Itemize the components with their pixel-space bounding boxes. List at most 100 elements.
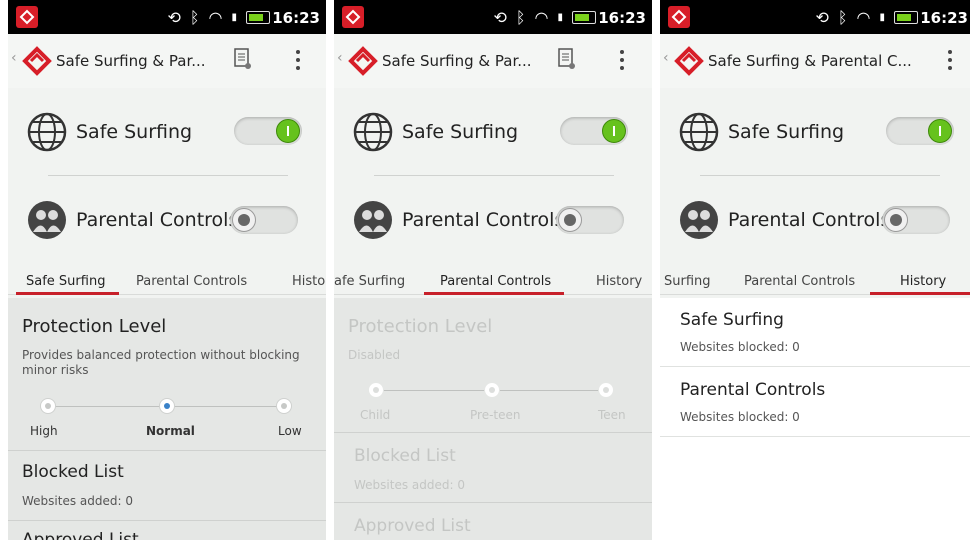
safe-surfing-label: Safe Surfing bbox=[76, 121, 193, 143]
row-divider bbox=[8, 450, 326, 451]
blocked-list-title[interactable]: Blocked List bbox=[22, 462, 124, 482]
level-teen-label: Teen bbox=[598, 408, 626, 422]
level-high-option[interactable] bbox=[40, 398, 56, 414]
level-normal-label: Normal bbox=[146, 424, 195, 438]
history-tab-content: Safe Surfing Websites blocked: 0 Parenta… bbox=[660, 298, 970, 540]
notes-icon[interactable] bbox=[234, 48, 252, 70]
tab-parental-controls[interactable]: Parental Controls bbox=[136, 274, 247, 289]
parental-controls-toggle[interactable] bbox=[230, 206, 298, 234]
bluetooth-icon: ᛒ bbox=[837, 8, 848, 27]
phone-screen-parental-controls: ⟲ ᛒ ◠ ▮ 16:23 ‹ Safe Surfing & Par... Sa… bbox=[334, 0, 652, 540]
divider bbox=[48, 175, 288, 176]
more-vert-icon[interactable] bbox=[946, 48, 954, 74]
app-logo-icon[interactable] bbox=[674, 46, 704, 76]
parental-controls-row: Parental Controls bbox=[352, 200, 564, 240]
action-bar: ‹ Safe Surfing & Par... bbox=[334, 34, 652, 88]
status-bar: ⟲ ᛒ ◠ ▮ 16:23 bbox=[8, 0, 326, 34]
sync-icon: ⟲ bbox=[815, 8, 829, 27]
status-bar: ⟲ ᛒ ◠ ▮ 16:23 bbox=[334, 0, 652, 34]
toggle-knob bbox=[276, 119, 300, 143]
more-vert-icon[interactable] bbox=[618, 48, 626, 74]
notification-app-icon bbox=[342, 6, 364, 28]
tab-safe-surfing[interactable]: Safe Surfing bbox=[26, 274, 105, 289]
family-icon bbox=[354, 201, 392, 239]
phone-screen-history: ⟲ ᛒ ◠ ▮ 16:23 ‹ Safe Surfing & Parental … bbox=[660, 0, 970, 540]
toggle-knob bbox=[602, 119, 626, 143]
safe-surfing-row: Safe Surfing bbox=[678, 112, 844, 152]
tab-parental-controls[interactable]: Parental Controls bbox=[440, 274, 551, 289]
globe-icon bbox=[27, 112, 67, 152]
parental-controls-label: Parental Controls bbox=[728, 209, 891, 231]
tab-safe-surfing[interactable]: Surfing bbox=[664, 274, 711, 289]
history-item-count: Websites blocked: 0 bbox=[680, 340, 800, 354]
row-divider bbox=[8, 520, 326, 521]
level-preteen-option bbox=[484, 382, 500, 398]
toggle-knob bbox=[232, 208, 256, 232]
level-low-option[interactable] bbox=[276, 398, 292, 414]
notes-icon[interactable] bbox=[558, 48, 576, 70]
row-divider bbox=[334, 502, 652, 503]
family-icon bbox=[28, 201, 66, 239]
approved-list-title: Approved List bbox=[354, 516, 471, 536]
level-normal-option[interactable] bbox=[159, 398, 175, 414]
protection-level-title: Protection Level bbox=[22, 316, 167, 337]
row-divider bbox=[660, 366, 970, 367]
active-tab-indicator bbox=[424, 292, 564, 295]
back-chevron-icon[interactable]: ‹ bbox=[663, 50, 669, 66]
family-icon bbox=[680, 201, 718, 239]
safe-surfing-row: Safe Surfing bbox=[352, 112, 518, 152]
history-item-title[interactable]: Safe Surfing bbox=[680, 310, 784, 330]
safe-surfing-row: Safe Surfing bbox=[26, 112, 192, 152]
level-teen-option bbox=[598, 382, 614, 398]
screenshot-collage: ⟲ ᛒ ◠ ▮ 16:23 ‹ Safe Surfing & Par... Sa… bbox=[0, 0, 970, 540]
app-title: Safe Surfing & Par... bbox=[56, 52, 206, 70]
active-tab-indicator bbox=[16, 292, 119, 295]
blocked-list-title: Blocked List bbox=[354, 446, 456, 466]
bluetooth-icon: ᛒ bbox=[515, 8, 526, 27]
status-icons: ⟲ ᛒ ◠ ▮ bbox=[167, 8, 270, 27]
blocked-list-count: Websites added: 0 bbox=[354, 478, 465, 492]
tab-history[interactable]: Histo bbox=[292, 274, 325, 289]
safe-surfing-toggle[interactable] bbox=[886, 117, 954, 145]
parental-controls-toggle[interactable] bbox=[556, 206, 624, 234]
toggle-knob bbox=[884, 208, 908, 232]
approved-list-title[interactable]: Approved List bbox=[22, 530, 139, 540]
back-chevron-icon[interactable]: ‹ bbox=[11, 50, 17, 66]
tab-bar: Safe Surfing Parental Controls Histo bbox=[8, 268, 326, 296]
signal-icon: ▮ bbox=[231, 12, 237, 23]
tab-bar: Surfing Parental Controls History bbox=[660, 268, 970, 296]
tab-parental-controls[interactable]: Parental Controls bbox=[744, 274, 855, 289]
signal-icon: ▮ bbox=[879, 12, 885, 23]
history-item-count: Websites blocked: 0 bbox=[680, 410, 800, 424]
parental-controls-row: Parental Controls bbox=[678, 200, 890, 240]
more-vert-icon[interactable] bbox=[294, 48, 302, 74]
protection-level-title: Protection Level bbox=[348, 316, 493, 337]
sync-icon: ⟲ bbox=[167, 8, 181, 27]
tab-history[interactable]: History bbox=[596, 274, 642, 289]
level-preteen-label: Pre-teen bbox=[470, 408, 521, 422]
wifi-icon: ◠ bbox=[856, 8, 871, 27]
parental-controls-toggle[interactable] bbox=[882, 206, 950, 234]
app-title: Safe Surfing & Par... bbox=[382, 52, 532, 70]
app-logo-icon[interactable] bbox=[348, 46, 378, 76]
battery-icon bbox=[246, 11, 270, 24]
history-item-title[interactable]: Parental Controls bbox=[680, 380, 825, 400]
blocked-list-count: Websites added: 0 bbox=[22, 494, 133, 508]
battery-icon bbox=[894, 11, 918, 24]
level-child-label: Child bbox=[360, 408, 391, 422]
tab-history[interactable]: History bbox=[900, 274, 946, 289]
divider bbox=[374, 175, 614, 176]
safe-surfing-label: Safe Surfing bbox=[728, 121, 845, 143]
safe-surfing-toggle[interactable] bbox=[234, 117, 302, 145]
back-chevron-icon[interactable]: ‹ bbox=[337, 50, 343, 66]
row-divider bbox=[334, 432, 652, 433]
signal-icon: ▮ bbox=[557, 12, 563, 23]
tab-safe-surfing[interactable]: afe Surfing bbox=[334, 274, 405, 289]
wifi-icon: ◠ bbox=[534, 8, 549, 27]
level-child-option bbox=[368, 382, 384, 398]
app-logo-icon[interactable] bbox=[22, 46, 52, 76]
safe-surfing-toggle[interactable] bbox=[560, 117, 628, 145]
action-bar: ‹ Safe Surfing & Par... bbox=[8, 34, 326, 88]
level-high-label: High bbox=[30, 424, 58, 438]
notification-app-icon bbox=[16, 6, 38, 28]
